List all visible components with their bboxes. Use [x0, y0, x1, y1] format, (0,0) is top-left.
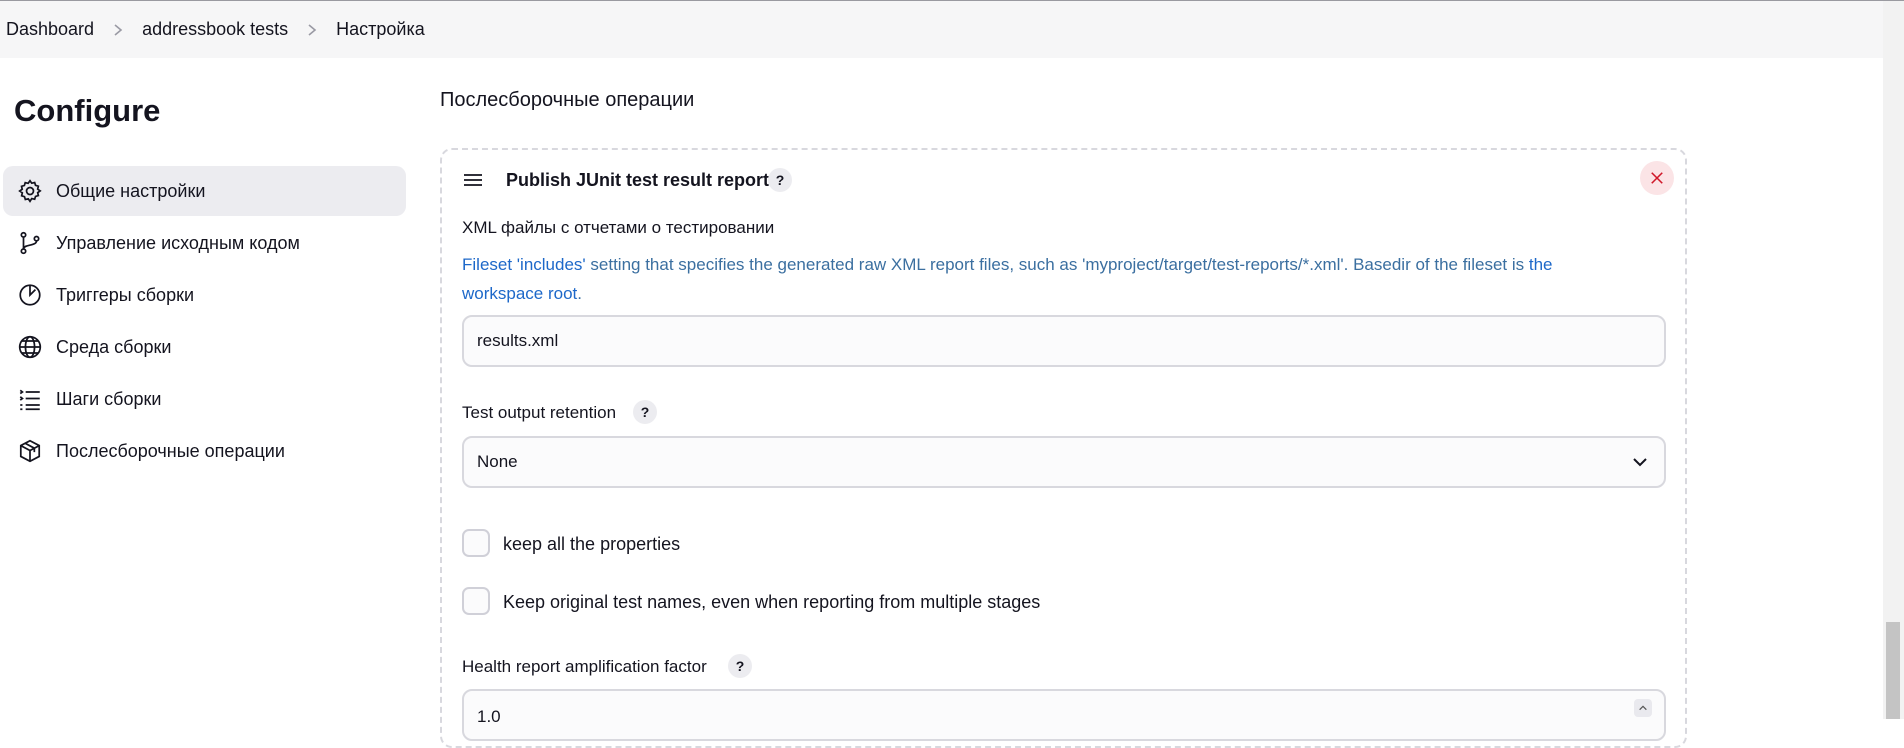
scrollbar[interactable] [1883, 1, 1904, 719]
health-factor-input[interactable]: 1.0 [462, 689, 1666, 741]
sidebar-item-label: Триггеры сборки [56, 284, 195, 305]
sidebar-item-environment[interactable]: Среда сборки [3, 322, 406, 372]
drag-handle-icon[interactable] [463, 172, 483, 188]
number-spinner[interactable] [1634, 699, 1652, 717]
sidebar-item-triggers[interactable]: Триггеры сборки [3, 270, 406, 320]
xml-files-description: Fileset 'includes' setting that specifie… [462, 250, 1592, 308]
health-factor-label: Health report amplification factor [462, 657, 707, 676]
help-icon[interactable]: ? [728, 654, 752, 678]
sidebar-item-label: Среда сборки [56, 336, 172, 357]
keep-test-names-checkbox[interactable] [462, 587, 490, 615]
breadcrumb: Dashboard addressbook tests Настройка [0, 1, 1883, 58]
list-icon [16, 385, 44, 413]
package-icon [16, 437, 44, 465]
chevron-down-icon [1633, 458, 1647, 467]
chevron-right-icon [306, 23, 318, 37]
help-icon[interactable]: ? [768, 168, 792, 192]
branch-icon [16, 229, 44, 257]
globe-icon [16, 333, 44, 361]
xml-files-input[interactable]: results.xml [462, 315, 1666, 367]
chevron-right-icon [112, 23, 124, 37]
retention-selected-value: None [477, 452, 518, 471]
breadcrumb-dashboard[interactable]: Dashboard [6, 19, 94, 40]
health-factor-value: 1.0 [477, 707, 501, 726]
sidebar-item-label: Общие настройки [56, 180, 206, 201]
chevron-up-icon [1639, 705, 1647, 711]
sidebar-item-build-steps[interactable]: Шаги сборки [3, 374, 406, 424]
sidebar-item-label: Управление исходным кодом [56, 232, 300, 253]
sidebar-item-general[interactable]: Общие настройки [3, 166, 406, 216]
xml-files-label: XML файлы с отчетами о тестировании [462, 218, 775, 237]
fileset-includes-link[interactable]: Fileset 'includes' [462, 255, 586, 274]
section-title: Послесборочные операции [440, 89, 695, 111]
breadcrumb-job[interactable]: addressbook tests [142, 19, 288, 40]
description-end: . [577, 284, 583, 303]
sidebar-item-label: Шаги сборки [56, 388, 162, 409]
gear-icon [16, 177, 44, 205]
close-button[interactable] [1640, 161, 1674, 195]
close-icon [1651, 172, 1663, 184]
help-icon[interactable]: ? [633, 400, 657, 424]
card-title: Publish JUnit test result report [506, 170, 770, 190]
retention-label: Test output retention [462, 403, 617, 422]
scrollbar-thumb[interactable] [1886, 622, 1900, 719]
retention-select[interactable]: None [462, 436, 1666, 488]
keep-properties-checkbox[interactable] [462, 529, 490, 557]
timer-icon [16, 281, 44, 309]
sidebar-item-label: Послесборочные операции [56, 440, 285, 461]
breadcrumb-configure[interactable]: Настройка [336, 19, 425, 40]
sidebar-item-post-build[interactable]: Послесборочные операции [3, 426, 406, 476]
keep-test-names-label[interactable]: Keep original test names, even when repo… [503, 592, 1040, 613]
sidebar-item-scm[interactable]: Управление исходным кодом [3, 218, 406, 268]
description-text: setting that specifies the generated raw… [585, 255, 1529, 274]
keep-properties-label[interactable]: keep all the properties [503, 534, 680, 555]
xml-files-value: results.xml [477, 331, 559, 350]
page-title: Configure [14, 93, 161, 128]
